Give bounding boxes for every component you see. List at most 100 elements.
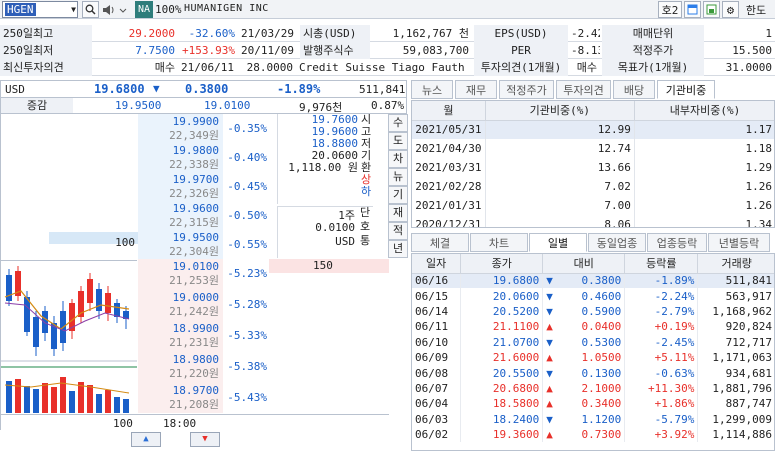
unit-label: 단: [359, 206, 371, 219]
tab-fair-price[interactable]: 적정주가: [499, 80, 554, 99]
dropdown-arrow-icon[interactable]: ▼: [71, 3, 76, 16]
daily-date: 06/10: [412, 334, 462, 350]
institution-cell: 2020/12/31: [412, 215, 486, 227]
ask-price[interactable]: 19.9700: [139, 174, 219, 186]
institution-cell: 2021/01/31: [412, 196, 486, 215]
symbol-input[interactable]: HGEN ▼: [2, 1, 78, 18]
daily-pct: +3.92%: [624, 426, 699, 443]
limit-button[interactable]: 한도: [741, 1, 771, 18]
institution-row[interactable]: 2021/01/31 7.00 1.26: [412, 196, 774, 215]
tab-opinion[interactable]: 투자의견: [556, 80, 611, 99]
daily-row[interactable]: 06/16 19.6800 ▼ 0.3800 -1.89% 511,841: [412, 273, 774, 289]
bid-price[interactable]: 19.0000: [139, 292, 219, 304]
header-row-3: 최신투자의견 매수 21/06/11 28.0000 Credit Suisse…: [0, 59, 775, 76]
vertical-tab[interactable]: 도: [388, 132, 408, 150]
up-triangle-icon: ▲: [546, 351, 553, 365]
ask-price[interactable]: 19.9600: [139, 203, 219, 215]
bid-price[interactable]: 19.0100: [139, 261, 219, 273]
tab-news[interactable]: 뉴스: [411, 80, 453, 99]
daily-change: 0.3400: [581, 397, 622, 411]
speaker-icon[interactable]: [101, 1, 131, 18]
daily-date: 06/02: [412, 426, 462, 443]
ask-price[interactable]: 19.9900: [139, 116, 219, 128]
daily-change-cell: ▼ 0.3800: [542, 273, 626, 289]
label-per: PER: [474, 42, 568, 59]
tab-sector-change[interactable]: 업종등락: [647, 233, 707, 252]
bid-price[interactable]: 18.9700: [139, 385, 219, 397]
scroll-down-button[interactable]: ▼: [190, 432, 220, 447]
daily-close: 19.3600: [460, 426, 544, 443]
na-badge[interactable]: NA: [135, 1, 153, 18]
value-market-cap: 1,162,767 천: [392, 27, 469, 40]
up-triangle-icon: ▲: [546, 320, 553, 334]
tab-chart[interactable]: 차트: [470, 233, 528, 252]
ho-button[interactable]: 호2: [658, 1, 682, 18]
tab-daily[interactable]: 일별: [529, 233, 587, 252]
daily-volume: 1,168,962: [697, 303, 774, 320]
institution-table: 월 기관비중(%) 내부자비중(%) 2021/05/31 12.99 1.17 2021…: [412, 101, 774, 227]
ask-price[interactable]: 19.9500: [139, 232, 219, 244]
up-triangle-icon: ▲: [546, 428, 553, 442]
institution-row[interactable]: 2021/04/30 12.74 1.18: [412, 139, 774, 158]
ask-qty[interactable]: 100: [49, 237, 135, 249]
tab-yearly-change[interactable]: 년별등락: [708, 233, 770, 252]
daily-date: 06/14: [412, 303, 462, 320]
daily-pct: -1.89%: [624, 273, 699, 289]
daily-row[interactable]: 06/14 20.5200 ▼ 0.5900 -2.79% 1,168,962: [412, 303, 774, 320]
tab-trades[interactable]: 체결: [411, 233, 469, 252]
daily-row[interactable]: 06/10 21.0700 ▼ 0.5300 -2.45% 712,717: [412, 334, 774, 350]
daily-pct: -5.79%: [624, 411, 699, 427]
daily-row[interactable]: 06/03 18.2400 ▼ 1.1200 -5.79% 1,299,009: [412, 411, 774, 427]
daily-change: 2.1000: [581, 381, 622, 395]
daily-row[interactable]: 06/02 19.3600 ▲ 0.7300 +3.92% 1,114,886: [412, 426, 774, 443]
daily-volume: 1,881,796: [697, 380, 774, 397]
institution-row[interactable]: 2021/05/31 12.99 1.17: [412, 120, 774, 139]
ask-price[interactable]: 19.9800: [139, 145, 219, 157]
bid-pct: -5.28%: [227, 298, 267, 311]
tab-dividend[interactable]: 배당: [613, 80, 655, 99]
window-icon[interactable]: [684, 1, 701, 18]
institution-col-header: 내부자비중(%): [634, 101, 774, 121]
daily-date: 06/03: [412, 411, 462, 427]
bid-price[interactable]: 18.9800: [139, 354, 219, 366]
vertical-tab[interactable]: 수: [388, 114, 408, 132]
value-trade-unit: 1: [765, 27, 772, 40]
daily-row[interactable]: 06/09 21.6000 ▲ 1.0500 +5.11% 1,171,063: [412, 349, 774, 366]
daily-row[interactable]: 06/07 20.6800 ▲ 2.1000 +11.30% 1,881,796: [412, 380, 774, 397]
bid-price[interactable]: 18.9900: [139, 323, 219, 335]
institution-col-header: 기관비중(%): [485, 101, 635, 121]
institution-row[interactable]: 2021/03/31 13.66 1.29: [412, 158, 774, 177]
gear-icon[interactable]: ⚙: [722, 1, 739, 18]
daily-volume: 920,824: [697, 319, 774, 335]
vertical-tab[interactable]: 차: [388, 150, 408, 168]
daily-change-cell: ▼ 0.1300: [542, 365, 626, 381]
bid-qty[interactable]: 150: [313, 260, 333, 272]
daily-row[interactable]: 06/08 20.5500 ▼ 0.1300 -0.63% 934,681: [412, 365, 774, 381]
daily-col-header: 대비: [542, 254, 626, 274]
label-shares-outstanding: 발행주식수: [300, 42, 370, 59]
tab-finance[interactable]: 재무: [455, 80, 497, 99]
value-per: -8.13: [571, 44, 600, 57]
vertical-tab[interactable]: 뉴: [388, 168, 408, 186]
institution-row[interactable]: 2021/02/28 7.02 1.26: [412, 177, 774, 196]
vertical-tab[interactable]: 기: [388, 186, 408, 204]
vertical-tab[interactable]: 재: [388, 204, 408, 222]
value-shares-outstanding: 59,083,700: [402, 44, 469, 57]
daily-row[interactable]: 06/15 20.0600 ▼ 0.4600 -2.24% 563,917: [412, 288, 774, 304]
quote-bar: USD 19.6800 ▼ 0.3800 -1.89% 511,841: [0, 80, 407, 98]
scroll-up-button[interactable]: ▲: [131, 432, 161, 447]
price-change-pct: -1.89%: [277, 82, 321, 96]
vertical-tab[interactable]: 년: [388, 240, 408, 258]
institution-row[interactable]: 2020/12/31 8.06 1.34: [412, 215, 774, 227]
search-icon[interactable]: [82, 1, 99, 18]
institution-cell: 2021/04/30: [412, 139, 486, 158]
link-icon[interactable]: [703, 1, 720, 18]
tab-institution[interactable]: 기관비중: [657, 80, 715, 99]
daily-row[interactable]: 06/11 21.1100 ▲ 0.0400 +0.19% 920,824: [412, 319, 774, 335]
unit-label: 호: [359, 220, 371, 233]
footer-time: 18:00: [163, 417, 197, 430]
daily-row[interactable]: 06/04 18.5800 ▲ 0.3400 +1.86% 887,747: [412, 396, 774, 412]
tab-same-sector[interactable]: 동일업종: [588, 233, 646, 252]
vertical-tab[interactable]: 적: [388, 222, 408, 240]
unit-panel: 1주 0.0100 USD 단호통: [277, 206, 373, 258]
